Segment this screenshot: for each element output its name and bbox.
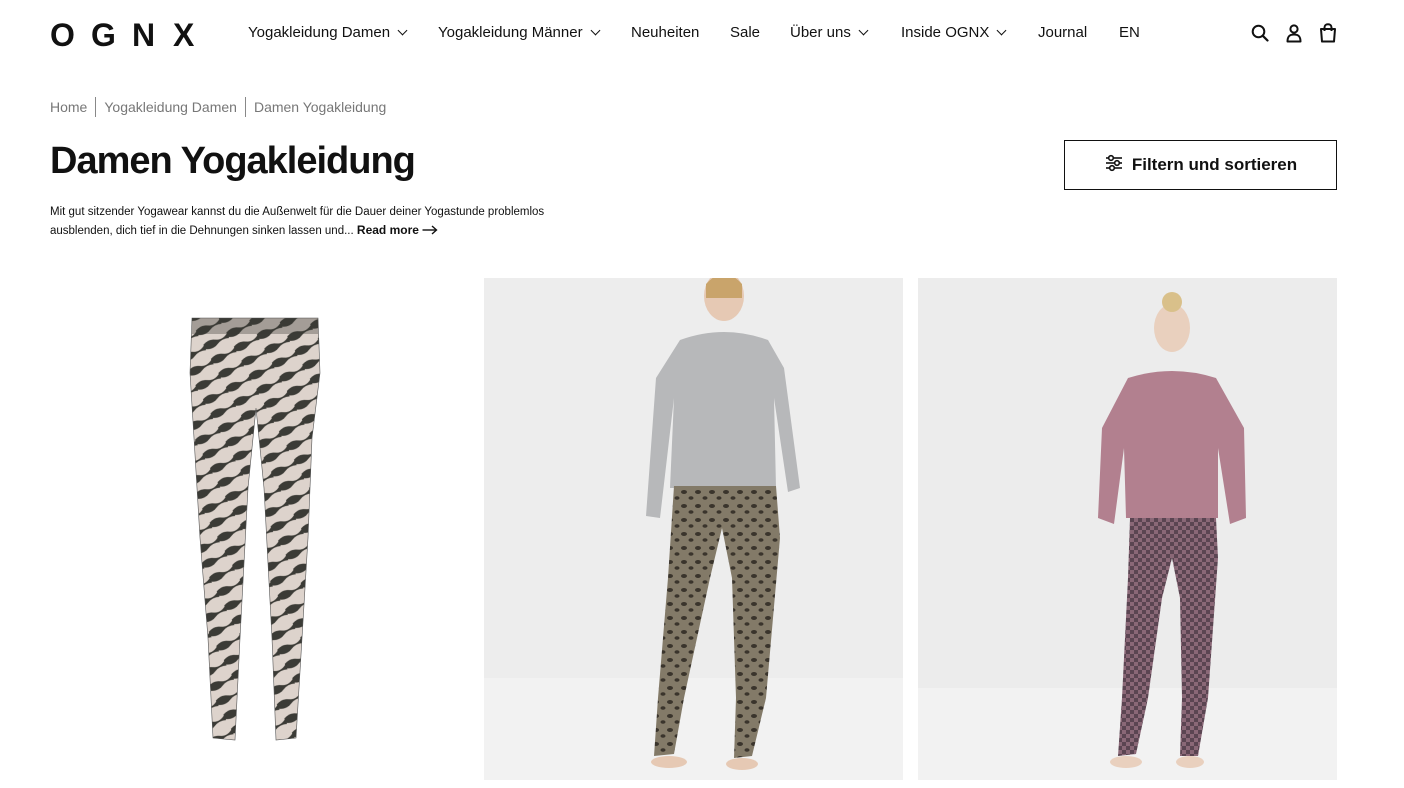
- nav-item-ueber-uns[interactable]: Über uns: [790, 24, 901, 41]
- category-description: Mit gut sitzender Yogawear kannst du die…: [50, 203, 580, 240]
- account-icon[interactable]: [1284, 22, 1304, 44]
- nav-item-neuheiten[interactable]: Neuheiten: [631, 24, 730, 41]
- breadcrumb-yogakleidung-damen[interactable]: Yogakleidung Damen: [104, 99, 237, 115]
- nav-label: Sale: [730, 24, 761, 41]
- nav-label: Journal: [1038, 24, 1088, 41]
- chevron-down-icon: [397, 25, 408, 36]
- model-leopard-leggings-image: [484, 278, 903, 780]
- logo-letter: O: [50, 17, 75, 53]
- read-more-label: Read more: [356, 223, 419, 237]
- nav-label: Inside OGNX: [901, 24, 990, 41]
- nav-label: Über uns: [790, 24, 851, 41]
- nav-item-inside-ognx[interactable]: Inside OGNX: [901, 24, 1038, 41]
- arrow-right-icon: [422, 222, 438, 240]
- main-nav: Yogakleidung Damen Yogakleidung Männer N…: [248, 24, 1149, 41]
- chevron-down-icon: [858, 25, 869, 36]
- product-card[interactable]: [50, 278, 469, 780]
- model-pink-sweatshirt-image: [918, 292, 1337, 780]
- breadcrumb-current: Damen Yogakleidung: [253, 99, 387, 115]
- header-icons: [1250, 22, 1338, 44]
- filter-sort-button[interactable]: Filtern und sortieren: [1064, 140, 1337, 190]
- chevron-down-icon: [590, 25, 601, 36]
- breadcrumb-separator: [244, 97, 246, 117]
- logo[interactable]: O G N X: [50, 17, 214, 54]
- description-text: Mit gut sitzender Yogawear kannst du die…: [50, 206, 545, 237]
- filter-icon: [1104, 153, 1124, 178]
- cart-icon[interactable]: [1318, 22, 1338, 44]
- product-card[interactable]: [484, 278, 903, 780]
- nav-label: Yogakleidung Damen: [248, 24, 391, 41]
- nav-item-journal[interactable]: Journal: [1038, 24, 1119, 41]
- search-icon[interactable]: [1250, 22, 1270, 44]
- nav-item-yogakleidung-maenner[interactable]: Yogakleidung Männer: [438, 24, 631, 41]
- nav-label: EN: [1119, 24, 1140, 41]
- logo-letter: N: [132, 17, 156, 53]
- filter-sort-label: Filtern und sortieren: [1131, 155, 1298, 174]
- logo-letter: X: [173, 17, 195, 53]
- breadcrumb: Home Yogakleidung Damen Damen Yogakleidu…: [50, 97, 386, 117]
- read-more-link[interactable]: Read more: [357, 223, 438, 237]
- nav-label: Yogakleidung Männer: [438, 24, 583, 41]
- nav-item-sale[interactable]: Sale: [730, 24, 790, 41]
- product-card[interactable]: [918, 278, 1337, 780]
- page-title: Damen Yogakleidung: [50, 140, 416, 182]
- nav-item-yogakleidung-damen[interactable]: Yogakleidung Damen: [248, 24, 438, 41]
- zebra-leggings-image: [189, 317, 321, 741]
- breadcrumb-home[interactable]: Home: [50, 99, 87, 115]
- nav-label: Neuheiten: [631, 24, 700, 41]
- chevron-down-icon: [996, 25, 1007, 36]
- language-switch[interactable]: EN: [1119, 24, 1149, 41]
- logo-letter: G: [91, 17, 116, 53]
- site-header: O G N X Yogakleidung Damen Yogakleidung …: [0, 0, 1404, 68]
- breadcrumb-separator: [95, 97, 97, 117]
